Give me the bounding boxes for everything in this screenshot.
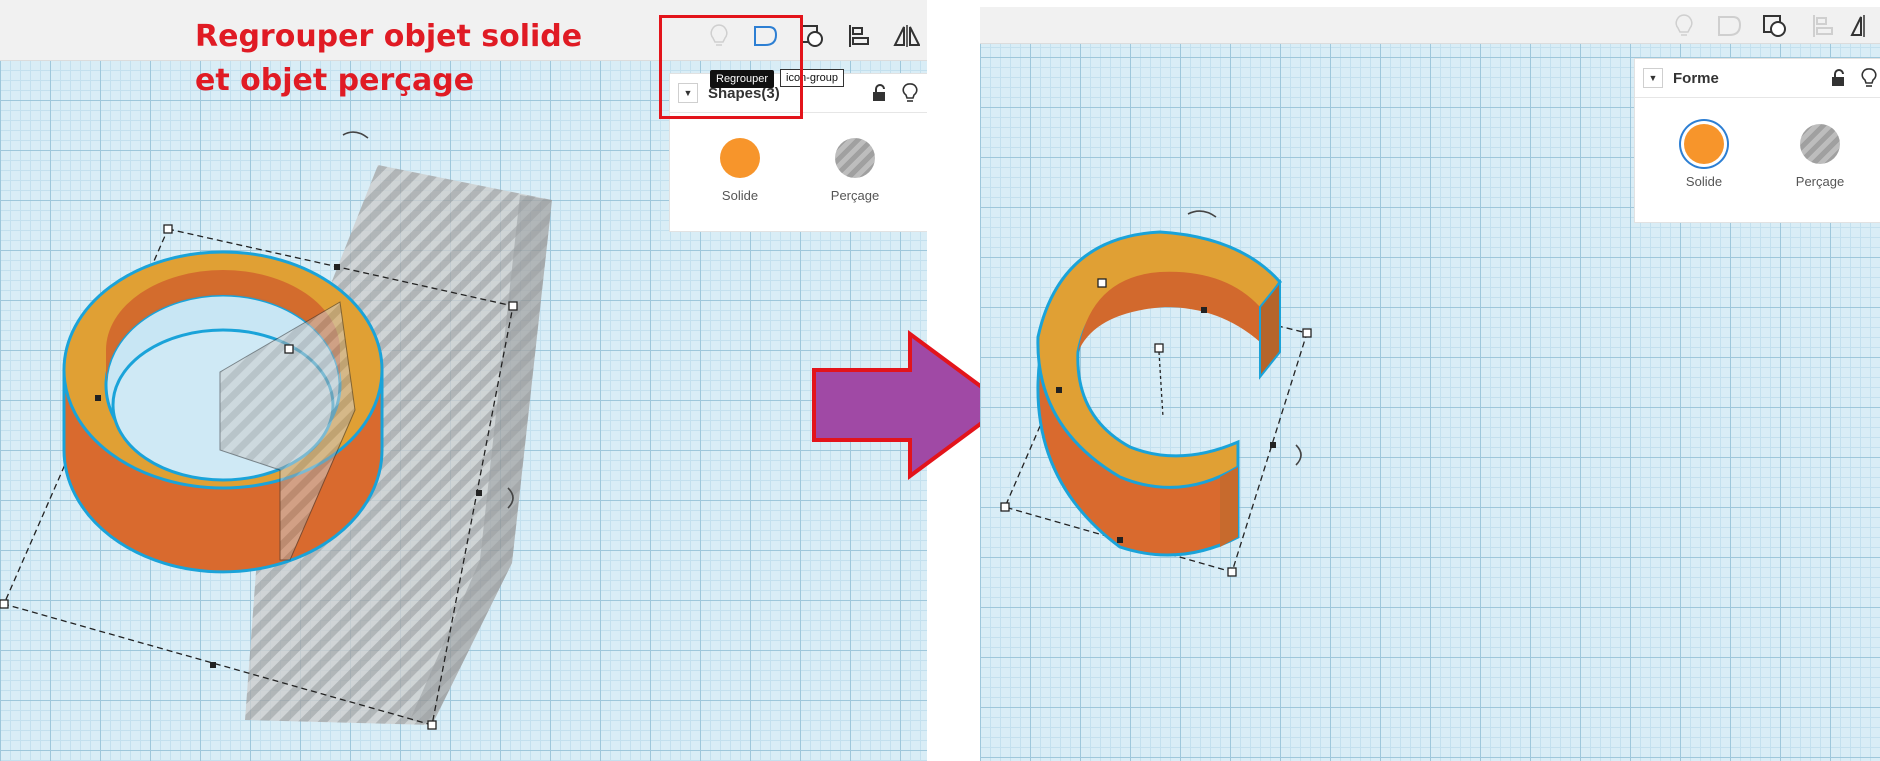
panel-title: Forme bbox=[1673, 69, 1719, 87]
solid-option[interactable]: Solide bbox=[695, 138, 785, 203]
annotation-title: Regrouper objet solide et objet perçage bbox=[195, 15, 582, 103]
highlight-frame bbox=[659, 15, 803, 119]
lock-icon[interactable] bbox=[872, 84, 886, 107]
workplane-after[interactable]: ▼ Forme Solide Perçage bbox=[980, 7, 1880, 761]
rotate-handle bbox=[342, 131, 369, 139]
panel-header: ▼ Forme bbox=[1635, 59, 1880, 98]
rotate-handle bbox=[1187, 210, 1217, 218]
solid-option[interactable]: Solide bbox=[1659, 124, 1749, 189]
workplane-before[interactable]: ▼ Shapes(3) Solide Perçage Regrouper ico… bbox=[0, 0, 927, 761]
annotation-line-1: Regrouper objet solide bbox=[195, 19, 583, 54]
annotation-line-2: et objet perçage bbox=[195, 63, 475, 98]
ungroup-icon[interactable] bbox=[1758, 9, 1792, 43]
hole-option[interactable]: Perçage bbox=[1775, 124, 1865, 189]
caret-down-icon[interactable]: ▼ bbox=[1643, 68, 1663, 88]
mirror-icon[interactable] bbox=[1846, 9, 1880, 43]
light-bulb-icon[interactable] bbox=[1667, 9, 1701, 43]
solid-swatch[interactable] bbox=[1684, 124, 1724, 164]
solid-label: Solide bbox=[721, 188, 759, 203]
group-icon[interactable] bbox=[1712, 9, 1746, 43]
hole-swatch[interactable] bbox=[835, 138, 875, 178]
hole-swatch[interactable] bbox=[1800, 124, 1840, 164]
hole-label: Perçage bbox=[1795, 174, 1845, 189]
align-icon[interactable] bbox=[1806, 9, 1840, 43]
light-bulb-icon[interactable] bbox=[902, 83, 918, 108]
hole-label: Perçage bbox=[830, 188, 880, 203]
hole-option[interactable]: Perçage bbox=[810, 138, 900, 203]
light-bulb-icon[interactable] bbox=[1861, 68, 1877, 93]
mirror-icon[interactable] bbox=[889, 19, 923, 53]
solid-label: Solide bbox=[1685, 174, 1723, 189]
solid-swatch[interactable] bbox=[720, 138, 760, 178]
lock-icon[interactable] bbox=[1831, 69, 1845, 92]
toolbar bbox=[980, 7, 1880, 44]
inspector-panel: ▼ Forme Solide Perçage bbox=[1634, 58, 1880, 223]
align-icon[interactable] bbox=[842, 19, 876, 53]
